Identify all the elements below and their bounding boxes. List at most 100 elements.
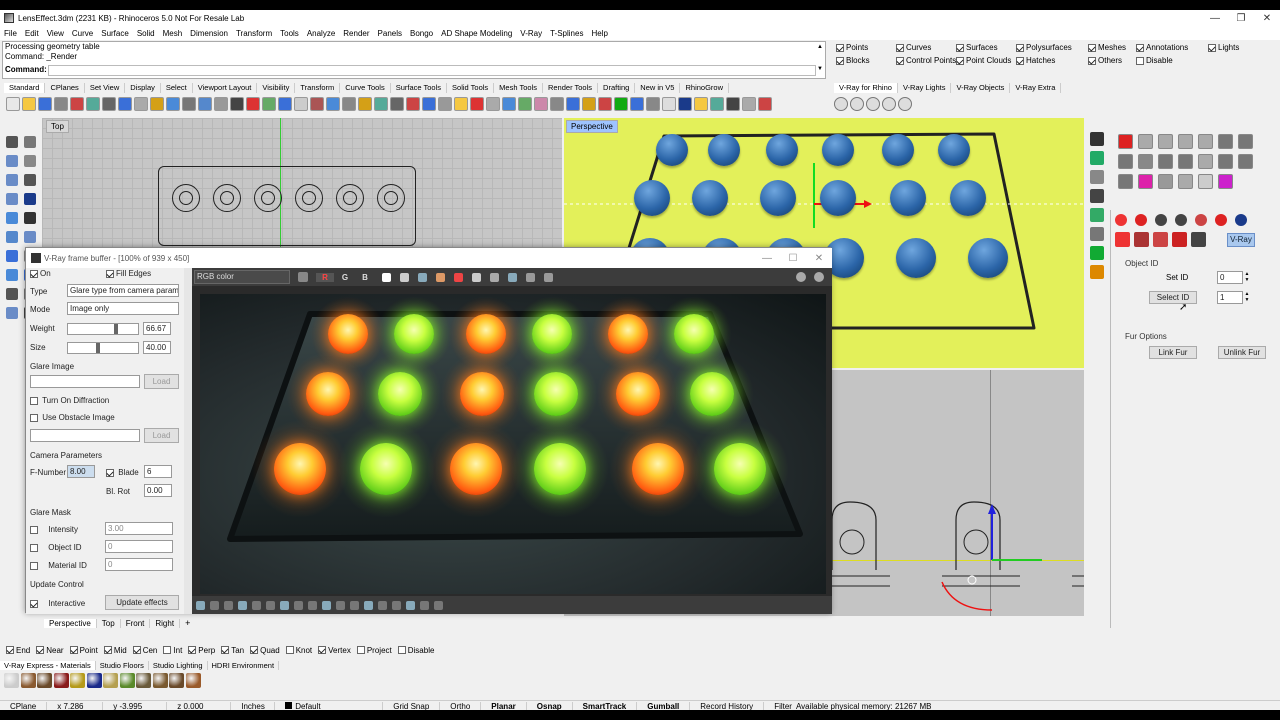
material-swatch[interactable] [70, 673, 85, 688]
material-tab[interactable]: HDRI Environment [208, 661, 280, 670]
toolbar-tab[interactable]: Set View [85, 83, 126, 93]
channel-select[interactable]: RGB color [194, 270, 290, 284]
materialid-checkbox[interactable] [30, 561, 38, 570]
on-checkbox[interactable] [30, 269, 38, 278]
viewport-tab[interactable]: Right [150, 618, 181, 628]
filter-checkbox-row[interactable]: Lights [1208, 43, 1239, 52]
frame-buffer-bottom-icon[interactable] [196, 600, 205, 610]
osnap-checkbox[interactable] [221, 646, 230, 654]
size-input[interactable]: 40.00 [143, 341, 171, 354]
right-tool-icon[interactable] [1198, 174, 1213, 189]
right-tool-icon[interactable] [1218, 174, 1233, 189]
intensity-input[interactable]: 3.00 [105, 522, 173, 535]
frame-buffer-bottom-icon[interactable] [406, 600, 415, 610]
fb-close-button[interactable]: ✕ [806, 253, 832, 264]
left-tool-icon[interactable] [6, 174, 18, 186]
osnap-item[interactable]: Project [356, 646, 392, 655]
toolbar-tool-icon[interactable] [566, 97, 580, 111]
right-tool-icon[interactable] [1238, 154, 1253, 169]
toolbar-tool-icon[interactable] [662, 97, 676, 111]
toolbar-tool-icon[interactable] [422, 97, 436, 111]
link-fur-button[interactable]: Link Fur [1149, 346, 1197, 359]
menu-item[interactable]: Transform [232, 29, 276, 38]
toolbar-tool-icon[interactable] [550, 97, 564, 111]
toolbar-tool-icon[interactable] [182, 97, 196, 111]
toolbar-tab[interactable]: Display [125, 83, 161, 93]
toolbar-tool-icon[interactable] [358, 97, 372, 111]
menu-item[interactable]: Tools [276, 29, 303, 38]
menu-item[interactable]: Analyze [303, 29, 339, 38]
frame-buffer-bottom-icon[interactable] [238, 600, 247, 610]
toolbar-tab[interactable]: Solid Tools [447, 83, 495, 93]
toolbar-tab[interactable]: RhinoGrow [680, 83, 729, 93]
glare-type-select[interactable]: Glare type from camera parameters [67, 284, 179, 297]
toolbar-tool-icon[interactable] [214, 97, 228, 111]
vray-tool-icon[interactable] [834, 97, 848, 111]
frame-buffer-tool-icon[interactable] [400, 272, 409, 282]
right-tool-icon[interactable] [1198, 134, 1213, 149]
material-swatch[interactable] [185, 673, 201, 688]
channel-tools-icon[interactable] [298, 272, 308, 282]
osnap-checkbox[interactable] [103, 646, 112, 654]
frame-buffer-bottom-icon[interactable] [210, 600, 219, 610]
vray-tool-icon[interactable] [882, 97, 896, 111]
green-channel-button[interactable]: G [336, 273, 354, 282]
vray-properties-tab[interactable]: V-Ray [1227, 233, 1255, 247]
frame-buffer-tool-icon[interactable] [490, 272, 499, 282]
intensity-row[interactable]: Intensity [30, 525, 78, 534]
frame-buffer-bottom-icon[interactable] [350, 600, 359, 610]
materialid-row[interactable]: Material ID [30, 561, 87, 570]
objectid-checkbox[interactable] [30, 543, 38, 552]
right-tool-icon[interactable] [1178, 154, 1193, 169]
filter-checkbox-row[interactable]: Disable [1136, 56, 1173, 65]
osnap-item[interactable]: Mid [103, 646, 127, 655]
interactive-row[interactable]: Interactive [30, 599, 85, 608]
right-tool-icon[interactable] [1198, 154, 1213, 169]
material-swatch[interactable] [152, 673, 168, 688]
toolbar-tab[interactable]: Standard [4, 83, 46, 93]
toolbar-tool-icon[interactable] [518, 97, 532, 111]
toolbar-tool-icon[interactable] [134, 97, 148, 111]
toolbar-tab[interactable]: Render Tools [543, 83, 599, 93]
toolbar-tab[interactable]: Curve Tools [340, 83, 391, 93]
obstacle-checkbox[interactable] [30, 413, 38, 422]
blade-input[interactable]: 6 [144, 465, 172, 478]
add-viewport-icon[interactable]: + [180, 618, 195, 628]
frame-buffer-right-icon[interactable] [796, 272, 806, 282]
frame-buffer-bottom-icon[interactable] [294, 600, 303, 610]
toolbar-tool-icon[interactable] [310, 97, 324, 111]
size-slider[interactable] [67, 342, 139, 354]
filter-checkbox[interactable] [1136, 56, 1144, 65]
toolbar-tool-icon[interactable] [86, 97, 100, 111]
vray-tool-icon[interactable] [850, 97, 864, 111]
material-swatch[interactable] [86, 673, 102, 688]
material-tab[interactable]: Studio Lighting [149, 661, 208, 670]
frame-buffer-bottom-icon[interactable] [252, 600, 261, 610]
toolbar-tool-icon[interactable] [470, 97, 484, 111]
scroll-up-icon[interactable]: ▲ [816, 44, 824, 54]
menu-item[interactable]: View [43, 29, 68, 38]
unlink-fur-button[interactable]: Unlink Fur [1218, 346, 1266, 359]
filter-checkbox-row[interactable]: Others [1088, 56, 1122, 65]
toolbar-tab[interactable]: Viewport Layout [193, 83, 258, 93]
right-tool-icon[interactable] [1218, 154, 1233, 169]
toolbar-tool-icon[interactable] [438, 97, 452, 111]
blade-checkbox[interactable] [106, 468, 114, 477]
vray-toolbar-tab[interactable]: V-Ray Objects [951, 83, 1011, 93]
toolbar-tool-icon[interactable] [294, 97, 308, 111]
toolbar-tool-icon[interactable] [6, 97, 20, 111]
toolbar-tool-icon[interactable] [262, 97, 276, 111]
filter-toggle[interactable]: Filter [764, 702, 796, 710]
toolbar-tool-icon[interactable] [102, 97, 116, 111]
material-swatch[interactable] [136, 673, 151, 688]
filter-checkbox[interactable] [1088, 56, 1096, 65]
menu-item[interactable]: T-Splines [546, 29, 587, 38]
osnap-checkbox[interactable] [132, 646, 141, 654]
frame-buffer-bottom-icon[interactable] [392, 600, 401, 610]
obstacle-label[interactable]: Use Obstacle Image [30, 413, 115, 422]
toolbar-tab[interactable]: Select [161, 83, 193, 93]
toolbar-tab[interactable]: Surface Tools [391, 83, 448, 93]
toolbar-tool-icon[interactable] [198, 97, 212, 111]
filter-checkbox[interactable] [956, 56, 964, 65]
right-tool-icon[interactable] [1218, 134, 1233, 149]
